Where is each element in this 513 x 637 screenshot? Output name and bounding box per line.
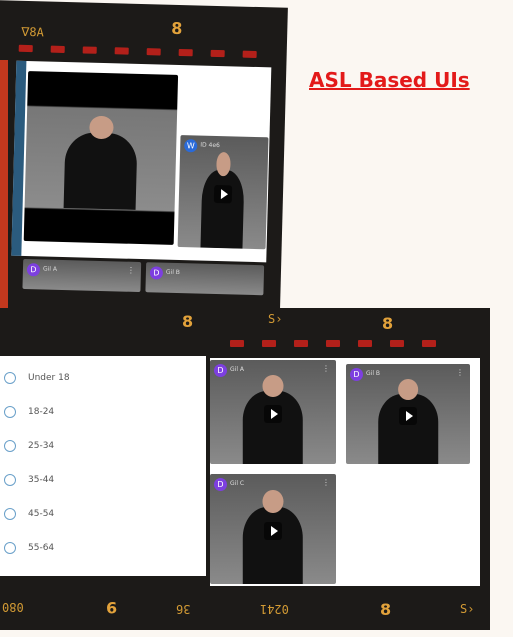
signer-figure (242, 490, 304, 584)
video-tile-label: Gil A (42, 265, 58, 273)
film-side-accent (0, 60, 8, 320)
film-edge-number: 8 (380, 600, 392, 619)
sprocket (18, 44, 33, 53)
slide-title: ASL Based UIs (309, 68, 470, 92)
play-icon[interactable] (264, 405, 282, 424)
radio-label: 25-34 (28, 441, 55, 451)
signer-figure (378, 378, 438, 464)
video-tile[interactable]: D Gil C ⋮ (210, 474, 336, 584)
film-strip-top: ᐁ8A 8 W ID 4e6 D Gil A ⋮ D Gil B 0241 8 … (0, 0, 288, 338)
video-tile-label: ID 4e6 (200, 141, 220, 150)
signer-head (397, 378, 419, 400)
radio-label: Under 18 (28, 373, 70, 383)
play-icon[interactable] (399, 407, 417, 425)
signer-head (89, 115, 115, 139)
sprocket-row (0, 44, 287, 62)
user-avatar: D (214, 478, 227, 491)
sprocket (50, 45, 65, 53)
user-avatar: W (184, 139, 198, 153)
film-edge-number: 8 (182, 312, 194, 331)
video-tile-label: Gil C (230, 480, 245, 487)
radio-label: 55-64 (28, 543, 55, 553)
radio-option[interactable]: 55-64 (4, 542, 54, 554)
video-grid-panel: D Gil A ⋮ D Gil B ⋮ D Gil C ⋮ (210, 358, 480, 586)
radio-option[interactable]: 25-34 (4, 440, 54, 452)
film-edge-text: ᐁ8A (20, 24, 45, 40)
sprocket (146, 48, 161, 56)
radio-option[interactable]: Under 18 (4, 372, 70, 384)
film-edge-mark: S› (268, 312, 283, 326)
sprocket (178, 48, 193, 57)
sprocket (242, 50, 257, 58)
user-avatar: D (214, 364, 227, 377)
video-tile[interactable]: W ID 4e6 (177, 135, 269, 250)
video-tile-label: Gil B (165, 268, 181, 277)
play-icon[interactable] (213, 185, 233, 204)
user-avatar: D (26, 263, 41, 277)
signer-head (262, 490, 284, 514)
signer-head (262, 375, 284, 398)
radio-label: 18-24 (28, 407, 55, 417)
video-tile[interactable]: D Gil B ⋮ (346, 364, 470, 464)
user-avatar: D (350, 368, 363, 381)
video-tile[interactable]: D Gil A ⋮ (210, 360, 336, 464)
sprocket (294, 340, 308, 347)
radio-button[interactable] (4, 406, 16, 418)
sprocket (114, 47, 129, 55)
play-icon[interactable] (264, 522, 282, 541)
more-icon[interactable]: ⋮ (456, 368, 464, 377)
film-edge-number: 9 (106, 598, 118, 617)
more-icon[interactable]: ⋮ (322, 364, 330, 373)
film-edge-text: 0241 (260, 602, 289, 616)
radio-button[interactable] (4, 474, 16, 486)
signer-figure (63, 115, 138, 210)
more-icon[interactable]: ⋮ (127, 266, 135, 275)
age-radio-list: Under 18 18-24 25-34 35-44 45-54 55-64 (0, 356, 206, 576)
sprocket (390, 340, 404, 347)
radio-option[interactable]: 18-24 (4, 406, 54, 418)
sprocket (358, 340, 372, 347)
film-edge-text: 080 (2, 600, 24, 614)
main-video[interactable] (23, 71, 179, 245)
signer-head (216, 152, 232, 177)
film-edge-mark: S› (460, 602, 475, 616)
user-avatar: D (149, 266, 164, 280)
signer-figure (200, 152, 245, 249)
radio-button[interactable] (4, 440, 16, 452)
sprocket (230, 340, 244, 347)
radio-option[interactable]: 35-44 (4, 474, 54, 486)
video-tile[interactable]: D Gil A ⋮ (22, 258, 142, 293)
video-call-screen: W ID 4e6 D Gil A ⋮ D Gil B (11, 60, 272, 296)
film-edge-text: 36 (176, 602, 191, 616)
radio-button[interactable] (4, 542, 16, 554)
radio-label: 35-44 (28, 475, 55, 485)
radio-button[interactable] (4, 372, 16, 384)
film-edge-number: 8 (171, 18, 183, 39)
sprocket-row (0, 340, 490, 350)
sprocket (82, 46, 97, 54)
sprocket (262, 340, 276, 347)
sprocket (210, 49, 225, 58)
more-icon[interactable]: ⋮ (322, 478, 330, 487)
signer-figure (242, 375, 304, 464)
film-edge-number: 8 (382, 314, 394, 333)
radio-label: 45-54 (28, 509, 55, 519)
sprocket (326, 340, 340, 347)
sprocket (422, 340, 436, 347)
radio-option[interactable]: 45-54 (4, 508, 54, 520)
radio-button[interactable] (4, 508, 16, 520)
video-tile[interactable]: D Gil B (145, 262, 265, 296)
video-tile-label: Gil A (230, 366, 244, 373)
video-tile-label: Gil B (366, 370, 381, 377)
